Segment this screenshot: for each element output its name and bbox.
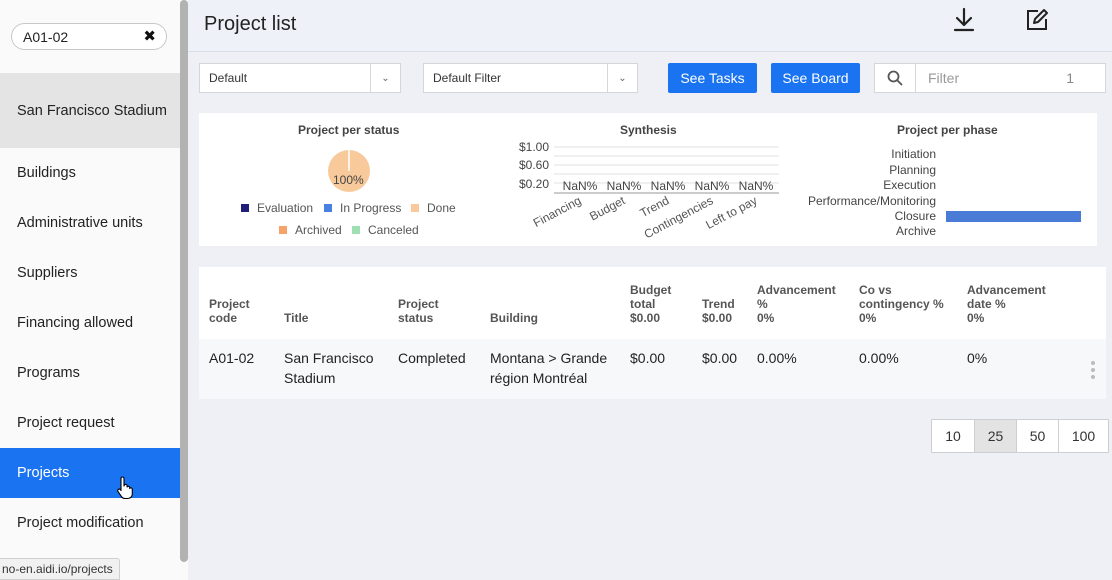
phase-category-label: Execution [883, 178, 936, 192]
bar-data-label: NaN% [739, 179, 774, 193]
chart-title-phase: Project per phase [897, 123, 998, 137]
sidebar-scrollbar[interactable] [180, 0, 188, 580]
sidebar-item-label: Administrative units [17, 215, 143, 231]
selected-project[interactable]: San Francisco Stadium [0, 73, 180, 148]
sidebar-item-label: Projects [17, 465, 70, 481]
cell-budget-total: $0.00 [630, 350, 666, 366]
cell-advancement: 0.00% [757, 350, 797, 366]
cell-project-code: A01-02 [209, 350, 255, 366]
sidebar-item-label: Programs [17, 365, 80, 381]
column-header-advancement[interactable]: Advancement% 0% [757, 283, 836, 325]
sidebar-item-label: Project modification [17, 515, 144, 531]
bar-data-label: NaN% [651, 179, 686, 193]
row-menu-icon[interactable] [1090, 361, 1096, 379]
column-header-project-code[interactable]: Project code [209, 297, 250, 325]
sidebar-item-suppliers[interactable]: Suppliers [0, 248, 180, 298]
charts-panel: Project per status 100% Evaluation In Pr… [199, 113, 1097, 246]
sidebar-item-project-modification[interactable]: Project modification [0, 498, 180, 548]
cell-co-vs-contingency: 0.00% [859, 350, 899, 366]
scrollbar-thumb[interactable] [180, 0, 188, 562]
column-header-project-status[interactable]: Project status [398, 297, 439, 325]
page-size-50[interactable]: 50 [1016, 420, 1058, 452]
phase-category-label: Initiation [891, 147, 936, 161]
toolbar: Default ⌄ Default Filter ⌄ See Tasks See… [188, 52, 1112, 112]
chevron-down-icon[interactable]: ⌄ [607, 64, 637, 92]
search-button[interactable] [874, 63, 916, 93]
view-select-value: Default [209, 71, 248, 85]
see-board-button[interactable]: See Board [771, 63, 860, 93]
hand-cursor-icon [117, 476, 133, 500]
phase-category-label: Performance/Monitoring [807, 194, 936, 208]
sidebar: ✖ San Francisco Stadium Buildings Admini… [0, 0, 180, 580]
y-tick-label: $0.60 [519, 158, 549, 172]
cell-advancement-date: 0% [967, 350, 988, 366]
filter-count: 1 [1066, 70, 1074, 86]
cell-trend: $0.00 [702, 350, 738, 366]
sidebar-item-administrative-units[interactable]: Administrative units [0, 198, 180, 248]
page-title: Project list [204, 13, 297, 35]
phase-category-label: Planning [889, 163, 936, 177]
sidebar-item-financing-allowed[interactable]: Financing allowed [0, 298, 180, 348]
column-header-budget-total[interactable]: Budget total $0.00 [630, 283, 671, 325]
sidebar-item-label: Suppliers [17, 265, 78, 281]
bar-data-label: NaN% [607, 179, 642, 193]
x-tick-label: Financing [531, 193, 584, 230]
column-header-co-vs-contingency[interactable]: Co vs contingency % 0% [859, 283, 944, 325]
bar-data-label: NaN% [563, 179, 598, 193]
y-tick-label: $0.20 [519, 177, 549, 191]
cell-title: San Francisco Stadium [284, 350, 374, 386]
download-icon[interactable] [950, 6, 978, 34]
project-search-box: ✖ [11, 23, 167, 50]
sidebar-nav: Buildings Administrative units Suppliers… [0, 148, 180, 548]
bar-data-label: NaN% [695, 179, 730, 193]
sidebar-item-programs[interactable]: Programs [0, 348, 180, 398]
page-size-100[interactable]: 100 [1058, 420, 1108, 452]
phase-category-label: Archive [895, 224, 936, 238]
see-tasks-button[interactable]: See Tasks [668, 63, 757, 93]
edit-icon[interactable] [1023, 6, 1051, 34]
chevron-down-icon[interactable]: ⌄ [370, 64, 400, 92]
cell-building: Montana > Grande région Montréal [490, 350, 608, 386]
page-size-25[interactable]: 25 [974, 420, 1016, 452]
column-header-trend[interactable]: Trend $0.00 [702, 297, 735, 325]
search-icon [887, 70, 903, 86]
view-select[interactable]: Default ⌄ [199, 63, 401, 93]
column-header-title[interactable]: Title [284, 311, 308, 325]
filter-select[interactable]: Default Filter ⌄ [423, 63, 638, 93]
filter-select-value: Default Filter [433, 71, 502, 85]
page-size-10[interactable]: 10 [932, 420, 974, 452]
column-header-building[interactable]: Building [490, 311, 538, 325]
phase-bar-closure [946, 211, 1081, 222]
sidebar-item-label: Financing allowed [17, 315, 134, 331]
status-url-tooltip: no-en.aidi.io/projects [0, 558, 120, 580]
sidebar-item-projects[interactable]: Projects [0, 448, 180, 500]
sidebar-item-label: Project request [17, 415, 115, 431]
project-search-input[interactable] [23, 28, 138, 46]
y-tick-label: $1.00 [519, 140, 549, 154]
filter-field: 1 [915, 63, 1106, 93]
clear-icon[interactable]: ✖ [143, 27, 156, 45]
header: Project list [188, 0, 1112, 52]
sidebar-item-label: Buildings [17, 165, 76, 181]
projects-table: Project code Title Project status Building… [199, 267, 1106, 399]
phase-category-label: Closure [894, 209, 936, 223]
sidebar-item-project-request[interactable]: Project request [0, 398, 180, 448]
page-size-selector: 10 25 50 100 [931, 419, 1109, 453]
x-tick-label: Budget [587, 193, 628, 224]
column-header-advancement-date[interactable]: Advancement date % 0% [967, 283, 1046, 325]
filter-input[interactable] [928, 70, 1048, 86]
sidebar-item-buildings[interactable]: Buildings [0, 148, 180, 198]
cell-project-status: Completed [398, 350, 466, 366]
